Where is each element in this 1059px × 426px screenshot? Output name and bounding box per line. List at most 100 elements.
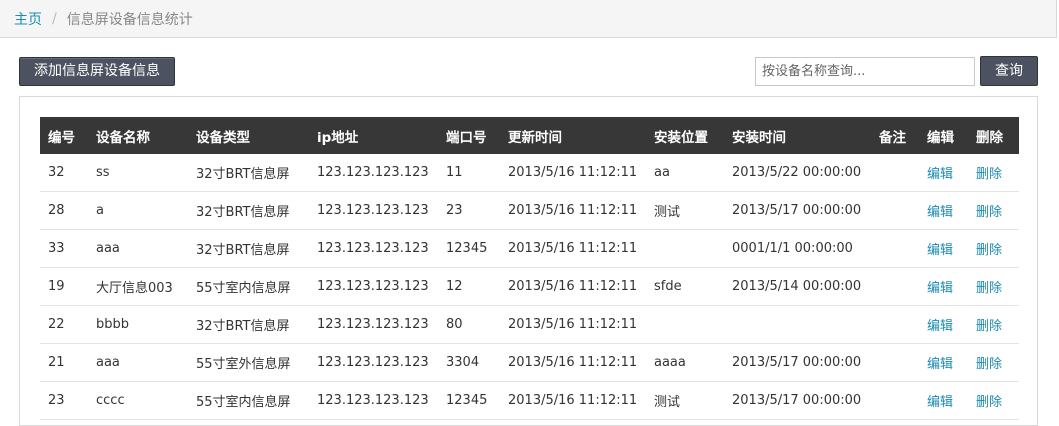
delete-cell: 删除 (968, 343, 1019, 382)
cell-id: 33 (40, 229, 88, 268)
cell-port: 12345 (438, 229, 500, 268)
cell-device-type: 32寸BRT信息屏 (188, 305, 309, 344)
header-id: 编号 (40, 117, 88, 154)
edit-link[interactable]: 编辑 (927, 167, 953, 182)
cell-id: 22 (40, 305, 88, 344)
cell-device-name: a (88, 191, 188, 230)
cell-note (871, 154, 919, 192)
cell-device-type: 32寸BRT信息屏 (188, 229, 309, 268)
cell-ip-address: 123.123.123.123 (309, 267, 438, 306)
edit-link[interactable]: 编辑 (927, 319, 953, 334)
edit-cell: 编辑 (919, 154, 968, 192)
table-row: 19 大厅信息003 55寸室内信息屏 123.123.123.123 12 2013/5… (40, 267, 1019, 306)
delete-cell: 删除 (968, 154, 1019, 192)
cell-installed-time (724, 305, 871, 344)
cell-updated-time: 2013/5/16 11:12:11 (500, 267, 646, 306)
search-button[interactable]: 查询 (980, 56, 1038, 86)
cell-installed-time: 2013/5/22 00:00:00 (724, 154, 871, 192)
edit-cell: 编辑 (919, 191, 968, 230)
header-ip: ip地址 (309, 117, 438, 154)
cell-note (871, 305, 919, 344)
cell-updated-time: 2013/5/16 11:12:11 (500, 381, 646, 420)
cell-ip-address: 123.123.123.123 (309, 154, 438, 192)
table-row: 33 aaa 32寸BRT信息屏 123.123.123.123 12345 2013/5… (40, 229, 1019, 268)
device-table: 编号 设备名称 设备类型 ip地址 端口号 更新时间 安装位置 安装时间 备注 … (40, 117, 1019, 420)
cell-ip-address: 123.123.123.123 (309, 305, 438, 344)
cell-device-name: aaa (88, 229, 188, 268)
cell-location: 测试 (646, 381, 724, 420)
edit-cell: 编辑 (919, 381, 968, 420)
header-name: 设备名称 (88, 117, 188, 154)
cell-installed-time: 2013/5/14 00:00:00 (724, 267, 871, 306)
delete-link[interactable]: 删除 (976, 395, 1002, 410)
cell-port: 80 (438, 305, 500, 344)
cell-installed-time: 2013/5/17 00:00:00 (724, 381, 871, 420)
edit-link[interactable]: 编辑 (927, 357, 953, 372)
header-installed: 安装时间 (724, 117, 871, 154)
cell-location (646, 305, 724, 344)
cell-note (871, 381, 919, 420)
header-note: 备注 (871, 117, 919, 154)
cell-device-name: 大厅信息003 (88, 267, 188, 306)
cell-device-name: bbbb (88, 305, 188, 344)
cell-updated-time: 2013/5/16 11:12:11 (500, 191, 646, 230)
table-row: 28 a 32寸BRT信息屏 123.123.123.123 23 2013/5/16 1… (40, 191, 1019, 230)
cell-ip-address: 123.123.123.123 (309, 343, 438, 382)
delete-link[interactable]: 删除 (976, 205, 1002, 220)
edit-link[interactable]: 编辑 (927, 205, 953, 220)
cell-port: 3304 (438, 343, 500, 382)
header-delete: 删除 (968, 117, 1019, 154)
cell-device-type: 55寸室内信息屏 (188, 267, 309, 306)
edit-cell: 编辑 (919, 305, 968, 344)
table-row: 22 bbbb 32寸BRT信息屏 123.123.123.123 80 2013/5/1… (40, 305, 1019, 344)
delete-link[interactable]: 删除 (976, 319, 1002, 334)
cell-ip-address: 123.123.123.123 (309, 229, 438, 268)
cell-id: 32 (40, 154, 88, 192)
cell-device-name: ss (88, 154, 188, 192)
header-edit: 编辑 (919, 117, 968, 154)
cell-updated-time: 2013/5/16 11:12:11 (500, 343, 646, 382)
cell-id: 21 (40, 343, 88, 382)
cell-updated-time: 2013/5/16 11:12:11 (500, 154, 646, 192)
cell-note (871, 267, 919, 306)
edit-link[interactable]: 编辑 (927, 243, 953, 258)
search-input[interactable] (755, 57, 975, 86)
cell-id: 23 (40, 381, 88, 420)
cell-note (871, 229, 919, 268)
cell-port: 23 (438, 191, 500, 230)
cell-installed-time: 0001/1/1 00:00:00 (724, 229, 871, 268)
breadcrumb: 主页 / 信息屏设备信息统计 (0, 0, 1057, 38)
header-location: 安装位置 (646, 117, 724, 154)
delete-cell: 删除 (968, 381, 1019, 420)
breadcrumb-home-link[interactable]: 主页 (14, 9, 42, 29)
cell-port: 12345 (438, 381, 500, 420)
cell-location (646, 229, 724, 268)
edit-link[interactable]: 编辑 (927, 395, 953, 410)
cell-device-name: cccc (88, 381, 188, 420)
cell-device-type: 32寸BRT信息屏 (188, 154, 309, 192)
breadcrumb-current: 信息屏设备信息统计 (66, 11, 193, 28)
header-updated: 更新时间 (500, 117, 646, 154)
delete-link[interactable]: 删除 (976, 243, 1002, 258)
delete-link[interactable]: 删除 (976, 167, 1002, 182)
add-device-button[interactable]: 添加信息屏设备信息 (19, 57, 175, 86)
edit-link[interactable]: 编辑 (927, 281, 953, 296)
table-header-row: 编号 设备名称 设备类型 ip地址 端口号 更新时间 安装位置 安装时间 备注 … (40, 117, 1019, 154)
cell-device-name: aaa (88, 343, 188, 382)
device-table-panel: 编号 设备名称 设备类型 ip地址 端口号 更新时间 安装位置 安装时间 备注 … (19, 96, 1038, 426)
delete-cell: 删除 (968, 305, 1019, 344)
cell-port: 12 (438, 267, 500, 306)
cell-installed-time: 2013/5/17 00:00:00 (724, 343, 871, 382)
cell-device-type: 32寸BRT信息屏 (188, 191, 309, 230)
delete-link[interactable]: 删除 (976, 281, 1002, 296)
cell-id: 19 (40, 267, 88, 306)
cell-location: aa (646, 154, 724, 192)
delete-cell: 删除 (968, 191, 1019, 230)
cell-updated-time: 2013/5/16 11:12:11 (500, 229, 646, 268)
cell-updated-time: 2013/5/16 11:12:11 (500, 305, 646, 344)
cell-port: 11 (438, 154, 500, 192)
cell-location: sfde (646, 267, 724, 306)
delete-link[interactable]: 删除 (976, 357, 1002, 372)
cell-installed-time: 2013/5/17 00:00:00 (724, 191, 871, 230)
breadcrumb-separator: / (52, 10, 57, 27)
